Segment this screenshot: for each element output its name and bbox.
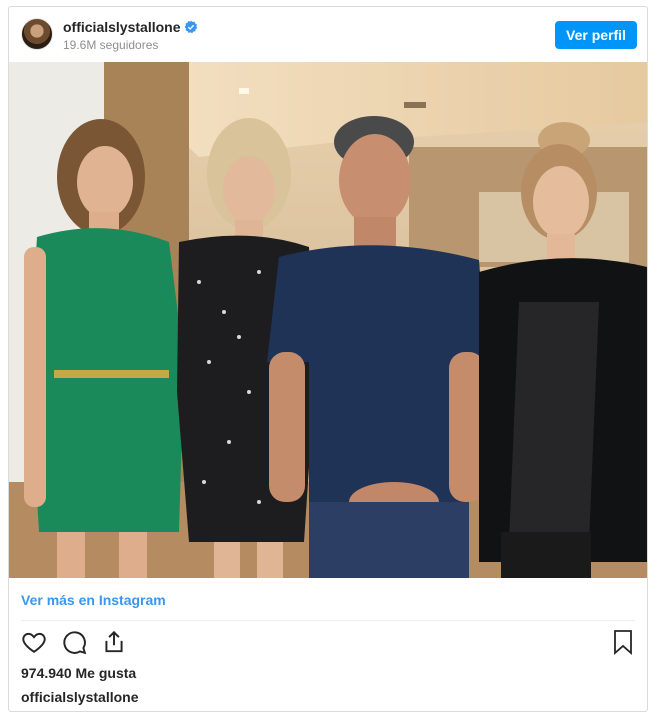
avatar[interactable] xyxy=(21,18,53,50)
bookmark-icon[interactable] xyxy=(611,629,635,655)
username[interactable]: officialslystallone xyxy=(63,19,180,35)
post-owner-username[interactable]: officialslystallone xyxy=(21,689,138,705)
verified-badge-icon xyxy=(185,20,198,34)
username-row: officialslystallone xyxy=(63,19,198,35)
view-more-on-instagram-link[interactable]: Ver más en Instagram xyxy=(21,592,166,608)
heart-icon[interactable] xyxy=(21,629,47,655)
view-profile-button[interactable]: Ver perfil xyxy=(555,21,637,49)
likes-count[interactable]: 974.940 Me gusta xyxy=(21,665,136,681)
instagram-embed-card: officialslystallone 19.6M seguidores Ver… xyxy=(8,6,648,712)
post-actions xyxy=(21,629,127,655)
comment-icon[interactable] xyxy=(61,629,87,655)
share-icon[interactable] xyxy=(101,629,127,655)
post-header: officialslystallone 19.6M seguidores Ver… xyxy=(9,7,647,62)
photo-image xyxy=(9,62,647,578)
divider xyxy=(21,620,635,621)
post-photo[interactable] xyxy=(9,62,647,578)
followers-count: 19.6M seguidores xyxy=(63,38,159,52)
